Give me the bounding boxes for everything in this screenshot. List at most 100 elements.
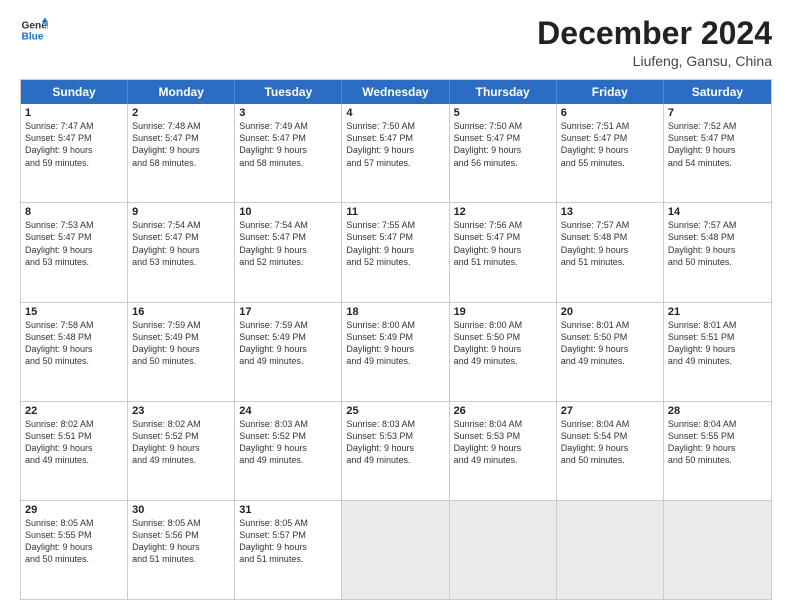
header-saturday: Saturday — [664, 80, 771, 104]
cal-cell-1-0: 8Sunrise: 7:53 AM Sunset: 5:47 PM Daylig… — [21, 203, 128, 301]
day-info-23: Sunrise: 8:02 AM Sunset: 5:52 PM Dayligh… — [132, 418, 230, 467]
cal-cell-0-2: 3Sunrise: 7:49 AM Sunset: 5:47 PM Daylig… — [235, 104, 342, 202]
day-info-8: Sunrise: 7:53 AM Sunset: 5:47 PM Dayligh… — [25, 219, 123, 268]
cal-cell-4-3 — [342, 501, 449, 599]
header-monday: Monday — [128, 80, 235, 104]
cal-cell-1-6: 14Sunrise: 7:57 AM Sunset: 5:48 PM Dayli… — [664, 203, 771, 301]
cal-cell-0-4: 5Sunrise: 7:50 AM Sunset: 5:47 PM Daylig… — [450, 104, 557, 202]
week-row-2: 8Sunrise: 7:53 AM Sunset: 5:47 PM Daylig… — [21, 202, 771, 301]
cal-cell-3-4: 26Sunrise: 8:04 AM Sunset: 5:53 PM Dayli… — [450, 402, 557, 500]
day-number-12: 12 — [454, 206, 552, 218]
day-number-28: 28 — [668, 405, 767, 417]
day-info-31: Sunrise: 8:05 AM Sunset: 5:57 PM Dayligh… — [239, 517, 337, 566]
cal-cell-4-2: 31Sunrise: 8:05 AM Sunset: 5:57 PM Dayli… — [235, 501, 342, 599]
header-tuesday: Tuesday — [235, 80, 342, 104]
cal-cell-1-4: 12Sunrise: 7:56 AM Sunset: 5:47 PM Dayli… — [450, 203, 557, 301]
cal-cell-4-6 — [664, 501, 771, 599]
day-number-13: 13 — [561, 206, 659, 218]
svg-text:Blue: Blue — [22, 31, 44, 42]
day-number-6: 6 — [561, 107, 659, 119]
day-info-30: Sunrise: 8:05 AM Sunset: 5:56 PM Dayligh… — [132, 517, 230, 566]
header-friday: Friday — [557, 80, 664, 104]
day-info-10: Sunrise: 7:54 AM Sunset: 5:47 PM Dayligh… — [239, 219, 337, 268]
day-number-1: 1 — [25, 107, 123, 119]
day-number-29: 29 — [25, 504, 123, 516]
page: General Blue December 2024 Liufeng, Gans… — [0, 0, 792, 612]
cal-cell-4-4 — [450, 501, 557, 599]
cal-cell-1-2: 10Sunrise: 7:54 AM Sunset: 5:47 PM Dayli… — [235, 203, 342, 301]
day-info-13: Sunrise: 7:57 AM Sunset: 5:48 PM Dayligh… — [561, 219, 659, 268]
header-wednesday: Wednesday — [342, 80, 449, 104]
day-number-26: 26 — [454, 405, 552, 417]
day-info-11: Sunrise: 7:55 AM Sunset: 5:47 PM Dayligh… — [346, 219, 444, 268]
day-number-21: 21 — [668, 306, 767, 318]
calendar-header: Sunday Monday Tuesday Wednesday Thursday… — [21, 80, 771, 104]
day-number-17: 17 — [239, 306, 337, 318]
cal-cell-0-0: 1Sunrise: 7:47 AM Sunset: 5:47 PM Daylig… — [21, 104, 128, 202]
cal-cell-4-1: 30Sunrise: 8:05 AM Sunset: 5:56 PM Dayli… — [128, 501, 235, 599]
calendar: Sunday Monday Tuesday Wednesday Thursday… — [20, 79, 772, 600]
cal-cell-2-2: 17Sunrise: 7:59 AM Sunset: 5:49 PM Dayli… — [235, 303, 342, 401]
location: Liufeng, Gansu, China — [537, 53, 772, 69]
cal-cell-2-1: 16Sunrise: 7:59 AM Sunset: 5:49 PM Dayli… — [128, 303, 235, 401]
cal-cell-4-0: 29Sunrise: 8:05 AM Sunset: 5:55 PM Dayli… — [21, 501, 128, 599]
day-info-20: Sunrise: 8:01 AM Sunset: 5:50 PM Dayligh… — [561, 319, 659, 368]
header-thursday: Thursday — [450, 80, 557, 104]
cal-cell-2-6: 21Sunrise: 8:01 AM Sunset: 5:51 PM Dayli… — [664, 303, 771, 401]
cal-cell-2-4: 19Sunrise: 8:00 AM Sunset: 5:50 PM Dayli… — [450, 303, 557, 401]
day-number-3: 3 — [239, 107, 337, 119]
title-block: December 2024 Liufeng, Gansu, China — [537, 16, 772, 69]
day-info-3: Sunrise: 7:49 AM Sunset: 5:47 PM Dayligh… — [239, 120, 337, 169]
day-number-20: 20 — [561, 306, 659, 318]
day-info-15: Sunrise: 7:58 AM Sunset: 5:48 PM Dayligh… — [25, 319, 123, 368]
day-info-22: Sunrise: 8:02 AM Sunset: 5:51 PM Dayligh… — [25, 418, 123, 467]
day-info-4: Sunrise: 7:50 AM Sunset: 5:47 PM Dayligh… — [346, 120, 444, 169]
day-number-23: 23 — [132, 405, 230, 417]
day-info-2: Sunrise: 7:48 AM Sunset: 5:47 PM Dayligh… — [132, 120, 230, 169]
day-number-7: 7 — [668, 107, 767, 119]
day-number-27: 27 — [561, 405, 659, 417]
header-sunday: Sunday — [21, 80, 128, 104]
day-info-14: Sunrise: 7:57 AM Sunset: 5:48 PM Dayligh… — [668, 219, 767, 268]
day-number-30: 30 — [132, 504, 230, 516]
day-number-24: 24 — [239, 405, 337, 417]
cal-cell-0-3: 4Sunrise: 7:50 AM Sunset: 5:47 PM Daylig… — [342, 104, 449, 202]
day-number-19: 19 — [454, 306, 552, 318]
cal-cell-2-5: 20Sunrise: 8:01 AM Sunset: 5:50 PM Dayli… — [557, 303, 664, 401]
day-info-6: Sunrise: 7:51 AM Sunset: 5:47 PM Dayligh… — [561, 120, 659, 169]
day-info-28: Sunrise: 8:04 AM Sunset: 5:55 PM Dayligh… — [668, 418, 767, 467]
day-info-12: Sunrise: 7:56 AM Sunset: 5:47 PM Dayligh… — [454, 219, 552, 268]
cal-cell-0-1: 2Sunrise: 7:48 AM Sunset: 5:47 PM Daylig… — [128, 104, 235, 202]
calendar-body: 1Sunrise: 7:47 AM Sunset: 5:47 PM Daylig… — [21, 104, 771, 599]
cal-cell-3-6: 28Sunrise: 8:04 AM Sunset: 5:55 PM Dayli… — [664, 402, 771, 500]
day-info-5: Sunrise: 7:50 AM Sunset: 5:47 PM Dayligh… — [454, 120, 552, 169]
day-info-17: Sunrise: 7:59 AM Sunset: 5:49 PM Dayligh… — [239, 319, 337, 368]
cal-cell-3-3: 25Sunrise: 8:03 AM Sunset: 5:53 PM Dayli… — [342, 402, 449, 500]
cal-cell-1-3: 11Sunrise: 7:55 AM Sunset: 5:47 PM Dayli… — [342, 203, 449, 301]
week-row-4: 22Sunrise: 8:02 AM Sunset: 5:51 PM Dayli… — [21, 401, 771, 500]
month-title: December 2024 — [537, 16, 772, 51]
day-number-22: 22 — [25, 405, 123, 417]
day-info-18: Sunrise: 8:00 AM Sunset: 5:49 PM Dayligh… — [346, 319, 444, 368]
cal-cell-3-2: 24Sunrise: 8:03 AM Sunset: 5:52 PM Dayli… — [235, 402, 342, 500]
day-info-26: Sunrise: 8:04 AM Sunset: 5:53 PM Dayligh… — [454, 418, 552, 467]
day-info-19: Sunrise: 8:00 AM Sunset: 5:50 PM Dayligh… — [454, 319, 552, 368]
cal-cell-0-6: 7Sunrise: 7:52 AM Sunset: 5:47 PM Daylig… — [664, 104, 771, 202]
cal-cell-3-1: 23Sunrise: 8:02 AM Sunset: 5:52 PM Dayli… — [128, 402, 235, 500]
logo: General Blue — [20, 16, 48, 44]
day-number-10: 10 — [239, 206, 337, 218]
day-number-16: 16 — [132, 306, 230, 318]
cal-cell-2-3: 18Sunrise: 8:00 AM Sunset: 5:49 PM Dayli… — [342, 303, 449, 401]
day-number-31: 31 — [239, 504, 337, 516]
cal-cell-1-1: 9Sunrise: 7:54 AM Sunset: 5:47 PM Daylig… — [128, 203, 235, 301]
day-info-1: Sunrise: 7:47 AM Sunset: 5:47 PM Dayligh… — [25, 120, 123, 169]
day-number-25: 25 — [346, 405, 444, 417]
cal-cell-1-5: 13Sunrise: 7:57 AM Sunset: 5:48 PM Dayli… — [557, 203, 664, 301]
day-info-9: Sunrise: 7:54 AM Sunset: 5:47 PM Dayligh… — [132, 219, 230, 268]
day-info-27: Sunrise: 8:04 AM Sunset: 5:54 PM Dayligh… — [561, 418, 659, 467]
day-number-8: 8 — [25, 206, 123, 218]
day-info-7: Sunrise: 7:52 AM Sunset: 5:47 PM Dayligh… — [668, 120, 767, 169]
cal-cell-0-5: 6Sunrise: 7:51 AM Sunset: 5:47 PM Daylig… — [557, 104, 664, 202]
day-number-5: 5 — [454, 107, 552, 119]
day-info-29: Sunrise: 8:05 AM Sunset: 5:55 PM Dayligh… — [25, 517, 123, 566]
